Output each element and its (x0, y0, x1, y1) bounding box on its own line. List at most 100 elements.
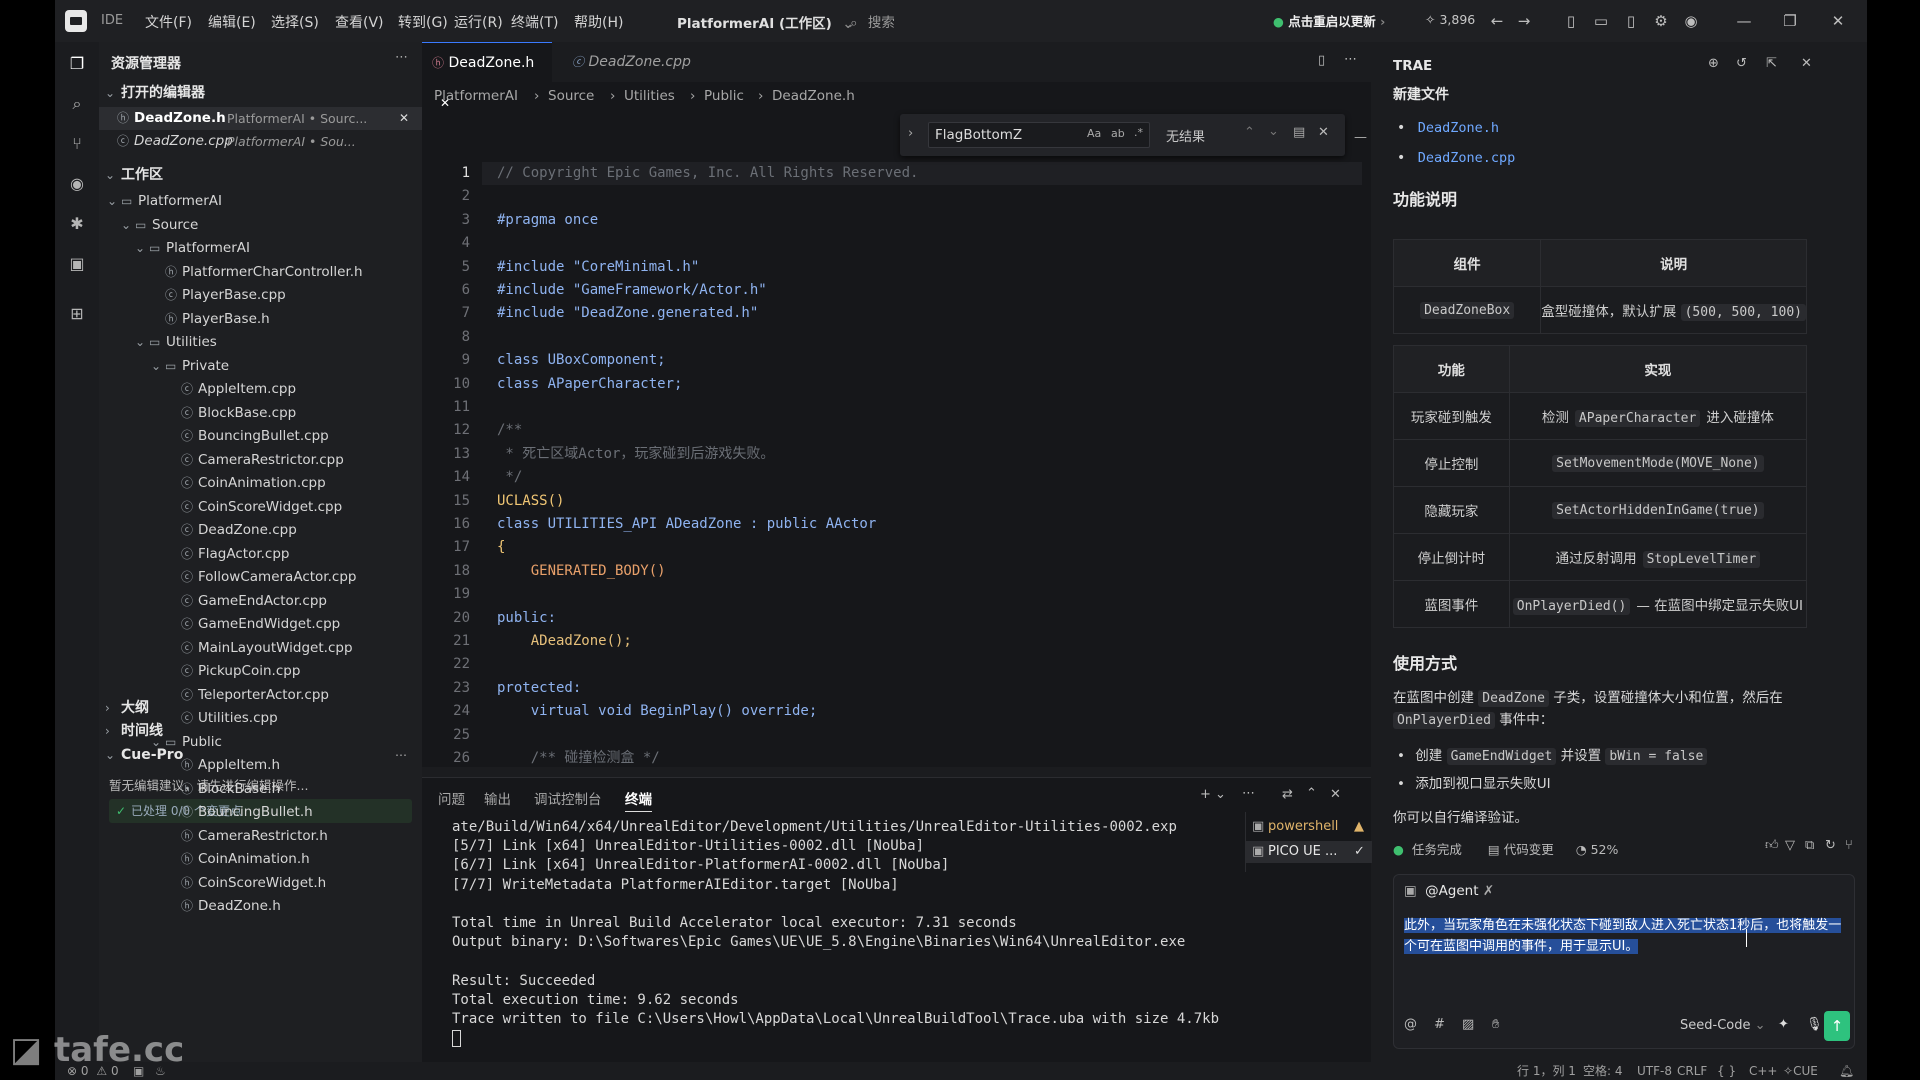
new-chat-icon[interactable]: ⊕ (1708, 56, 1719, 71)
send-button[interactable]: ↑ (1824, 1011, 1850, 1041)
tree-file[interactable]: ⓗ DeadZone.h (99, 895, 422, 918)
cue-indicator[interactable]: ✧CUE (1783, 1062, 1818, 1080)
braces-icon[interactable]: { } (1717, 1062, 1736, 1080)
open-editor-item[interactable]: ⓒ DeadZone.cpp PlatformerAI • Sou... (99, 130, 422, 153)
tree-folder[interactable]: ⌄ ▭ Utilities (99, 331, 422, 354)
tree-file[interactable]: ⓒ CoinScoreWidget.cpp (99, 496, 422, 519)
find-in-selection-icon[interactable]: ▤ (1293, 125, 1305, 140)
toggle-secondary-sidebar-icon[interactable]: ▯ (1622, 12, 1640, 30)
workspace-header[interactable]: ⌄ 工作区 (99, 164, 422, 187)
breadcrumb-item[interactable]: Source (548, 82, 594, 110)
tree-file[interactable]: ⓗ CoinAnimation.h (99, 848, 422, 871)
more-actions-icon[interactable]: ⋯ (1344, 52, 1357, 67)
chat-input-box[interactable]: ▣ @Agent ✗ 此外，当玩家角色在未强化状态下碰到敌人进入死亡状态1秒后，… (1393, 874, 1855, 1049)
panel-tab[interactable]: 问题 (438, 788, 465, 808)
open-external-icon[interactable]: ⇱ (1766, 56, 1777, 71)
thumbs-down-icon[interactable]: ▽ (1785, 838, 1795, 853)
menu-item[interactable]: 帮助(H) (574, 12, 623, 32)
close-icon[interactable]: ✕ (1318, 125, 1329, 140)
search-icon[interactable]: ⌕ (67, 94, 87, 114)
settings-gear-icon[interactable]: ⚙ (1652, 12, 1670, 30)
tree-file[interactable]: ⓒ GameEndWidget.cpp (99, 613, 422, 636)
search-box[interactable]: ⌕ 搜索 (850, 11, 1170, 31)
line-ending[interactable]: CRLF (1677, 1062, 1707, 1080)
chat-input-text[interactable]: 此外，当玩家角色在未强化状态下碰到敌人进入死亡状态1秒后，也将触发一 个可在蓝图… (1404, 915, 1848, 957)
tree-file[interactable]: ⓒ CameraRestrictor.cpp (99, 449, 422, 472)
regex-icon[interactable]: .* (1134, 126, 1143, 139)
close-icon[interactable]: ✕ (1801, 56, 1812, 71)
collapse-icon[interactable]: — (1354, 130, 1367, 145)
eye-icon[interactable]: ◉ (67, 174, 87, 194)
tree-file[interactable]: ⓗ AppleItem.h (99, 754, 422, 777)
forward-arrow-icon[interactable]: → (1515, 12, 1533, 30)
tree-folder[interactable]: ⌄ ▭ PlatformerAI (99, 190, 422, 213)
maximize-icon[interactable]: ❐ (1781, 12, 1799, 30)
open-editor-item[interactable]: ⓗ DeadZone.h PlatformerAI • Sourc... ✕ (99, 107, 422, 130)
credits-counter[interactable]: ✧ 3,896 (1425, 12, 1475, 27)
notification-bell-icon[interactable]: 🔔︎ (1839, 1062, 1854, 1080)
panel-tab[interactable]: 终端 (625, 788, 652, 812)
terminal-output[interactable]: ate/Build/Win64/x64/UnrealEditor/Develop… (422, 818, 1222, 1058)
tree-file[interactable]: ⓒ FollowCameraActor.cpp (99, 566, 422, 589)
panel-tab[interactable]: 输出 (484, 788, 511, 808)
swap-icon[interactable]: ⇄ (1282, 787, 1293, 802)
source-control-icon[interactable]: ⑂ (67, 134, 87, 154)
breadcrumb-item[interactable]: Utilities (624, 82, 675, 110)
maximize-panel-icon[interactable]: ⌃ (1306, 786, 1317, 801)
tree-file[interactable]: ⓒ Utilities.cpp (99, 707, 422, 730)
tree-file[interactable]: ⓗ CameraRestrictor.h (99, 825, 422, 848)
terminal-session-item[interactable]: ▣ powershell ▲ (1246, 816, 1372, 838)
language-mode[interactable]: C++ (1749, 1062, 1778, 1080)
code-change-icon[interactable]: ▤ (1488, 842, 1500, 857)
tab-deadzone-cpp[interactable]: ⓒ DeadZone.cpp (562, 42, 692, 82)
new-terminal-icon[interactable]: + ⌄ (1200, 787, 1226, 802)
terminal-session-item[interactable]: ▣ PICO UE ... ✓ (1246, 841, 1372, 863)
close-panel-icon[interactable]: ✕ (1330, 787, 1341, 802)
tree-folder[interactable]: ⌄ ▭ Private (99, 355, 422, 378)
breadcrumb-item[interactable]: PlatformerAI (434, 82, 518, 110)
tree-file[interactable]: ⓗ CoinScoreWidget.h (99, 872, 422, 895)
file-link[interactable]: DeadZone.cpp (1418, 150, 1516, 166)
menu-item[interactable]: 文件(F) (145, 12, 192, 32)
tree-file[interactable]: ⓗ PlayerBase.h (99, 308, 422, 331)
toggle-sidebar-icon[interactable]: ▯ (1562, 12, 1580, 30)
remote-explorer-icon[interactable]: ▣ (67, 254, 87, 274)
hand-icon[interactable]: ✋︎ (1492, 1017, 1499, 1032)
menu-item[interactable]: 选择(S) (271, 12, 319, 32)
more-actions-icon[interactable]: ⋯ (395, 50, 408, 65)
tree-file[interactable]: ⓗ BlockBase.h (99, 778, 422, 801)
encoding[interactable]: UTF-8 (1637, 1062, 1672, 1080)
microphone-icon[interactable]: 🎙︎ (1806, 1017, 1823, 1032)
tree-file[interactable]: ⓗ BouncingBullet.h (99, 801, 422, 824)
account-icon[interactable]: ◉ (1682, 12, 1700, 30)
tree-file[interactable]: ⓒ BlockBase.cpp (99, 402, 422, 425)
indentation[interactable]: 空格: 4 (1583, 1062, 1623, 1080)
workspace-selector[interactable]: PlatformerAI (工作区) ⌄ (677, 12, 854, 32)
tree-file[interactable]: ⓒ CoinAnimation.cpp (99, 472, 422, 495)
tab-deadzone-h[interactable]: ⓗ DeadZone.h ✕ (422, 42, 552, 110)
tree-file[interactable]: ⓒ MainLayoutWidget.cpp (99, 637, 422, 660)
cursor-position[interactable]: 行 1，列 1 (1517, 1062, 1576, 1080)
menu-item[interactable]: 终端(T) (511, 12, 558, 32)
tree-file[interactable]: ⓗ PlatformerCharController.h (99, 261, 422, 284)
tree-file[interactable]: ⓒ GameEndActor.cpp (99, 590, 422, 613)
tree-file[interactable]: ⓒ PlayerBase.cpp (99, 284, 422, 307)
file-link-item[interactable]: • DeadZone.h (1397, 120, 1499, 136)
model-selector[interactable]: Seed-Code ⌄ (1680, 1018, 1766, 1033)
agent-chip[interactable]: ▣ @Agent ✗ (1404, 883, 1494, 899)
previous-match-icon[interactable]: ⌃ (1244, 125, 1255, 140)
history-icon[interactable]: ↺ (1736, 56, 1747, 71)
tree-folder[interactable]: ⌄ ▭ PlatformerAI (99, 237, 422, 260)
extensions-icon[interactable]: ⊞ (67, 304, 87, 324)
tree-file[interactable]: ⓒ TeleporterActor.cpp (99, 684, 422, 707)
menu-item[interactable]: 运行(R) (454, 12, 503, 32)
file-link-item[interactable]: • DeadZone.cpp (1397, 150, 1515, 166)
open-editors-header[interactable]: ⌄ 打开的编辑器 (99, 82, 422, 105)
whole-word-icon[interactable]: ab (1111, 127, 1125, 140)
breadcrumb-item[interactable]: Public (704, 82, 744, 110)
code-change-label[interactable]: 代码变更 (1504, 842, 1554, 857)
more-actions-icon[interactable]: ⋯ (1242, 786, 1255, 801)
file-link[interactable]: DeadZone.h (1418, 120, 1499, 136)
breadcrumb-item[interactable]: DeadZone.h (772, 82, 855, 110)
find-input[interactable]: FlagBottomZ Aa ab .* (928, 122, 1150, 148)
